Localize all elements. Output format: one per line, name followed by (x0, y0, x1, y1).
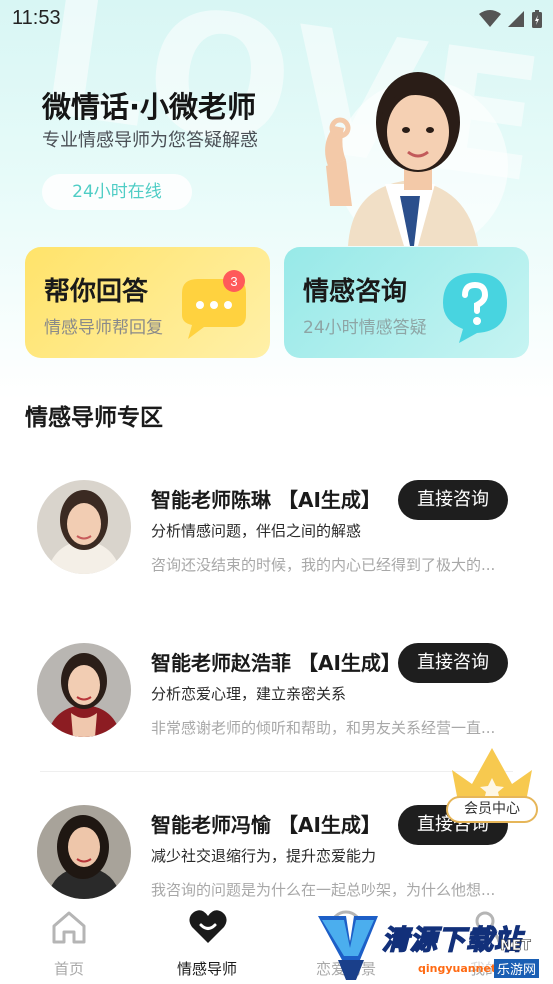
teacher-description: 分析情感问题，伴侣之间的解惑 (151, 522, 362, 540)
status-bar: 11:53 (0, 0, 553, 38)
teacher-name: 智能老师陈琳 【AI生成】 (151, 488, 381, 512)
notification-badge: 3 (230, 274, 237, 289)
tab-emotional-mentor[interactable]: 情感导师 (142, 900, 272, 984)
consult-button[interactable]: 直接咨询 (398, 643, 508, 683)
watermark-net: NET (500, 938, 531, 955)
section-title: 情感导师专区 (25, 405, 163, 431)
card-help-answer[interactable]: 帮你回答 情感导师帮回复 3 (25, 247, 270, 358)
card-help-answer-subtitle: 情感导师帮回复 (44, 318, 163, 338)
card-emotional-consult[interactable]: 情感咨询 24小时情感答疑 (284, 247, 529, 358)
home-icon (52, 911, 86, 944)
hero-subtitle: 专业情感导师为您答疑解惑 (42, 130, 258, 151)
card-emotional-consult-title: 情感咨询 (303, 277, 408, 307)
watermark-subtitle: 乐游网 (494, 959, 540, 978)
teacher-review: 咨询还没结束的时候，我的内心已经得到了极大的... (151, 556, 496, 574)
teacher-avatar-image (37, 480, 131, 574)
avatar (37, 643, 131, 737)
status-time: 11:53 (12, 7, 61, 29)
battery-icon (532, 10, 542, 28)
heart-icon (189, 910, 227, 943)
tab-home-label: 首页 (53, 960, 84, 978)
teacher-list-item[interactable]: 智能老师陈琳 【AI生成】 直接咨询 分析情感问题，伴侣之间的解惑 咨询还没结束… (0, 470, 553, 620)
teacher-review: 我咨询的问题是为什么在一起总吵架，为什么他想... (151, 881, 496, 899)
status-icons (479, 9, 543, 29)
tab-emotional-mentor-label: 情感导师 (176, 960, 237, 978)
hero-title: 微情话·小微老师 (42, 90, 257, 124)
card-emotional-consult-subtitle: 24小时情感答疑 (303, 318, 427, 338)
vip-center-button[interactable]: 会员中心 (446, 796, 538, 823)
list-divider (40, 771, 513, 772)
card-help-answer-title: 帮你回答 (44, 277, 149, 307)
teacher-description: 分析恋爱心理，建立亲密关系 (151, 685, 347, 703)
teacher-name: 智能老师赵浩菲 【AI生成】 (151, 651, 401, 675)
tab-home[interactable]: 首页 (4, 900, 134, 984)
avatar (37, 480, 131, 574)
wifi-icon (479, 10, 501, 27)
teacher-avatar-image (37, 643, 131, 737)
avatar (37, 805, 131, 899)
teacher-review: 非常感谢老师的倾听和帮助，和男友关系经营一直... (151, 719, 496, 737)
chat-bubble-icon: 3 (182, 270, 246, 339)
signal-icon (508, 11, 524, 27)
teacher-name: 智能老师冯愉 【AI生成】 (151, 813, 381, 837)
question-bubble-icon (443, 273, 507, 343)
teacher-avatar-image (37, 805, 131, 899)
teacher-portrait-image (325, 72, 508, 246)
online-badge: 24小时在线 (42, 174, 192, 210)
consult-button[interactable]: 直接咨询 (398, 480, 508, 520)
teacher-description: 减少社交退缩行为，提升恋爱能力 (151, 847, 377, 865)
